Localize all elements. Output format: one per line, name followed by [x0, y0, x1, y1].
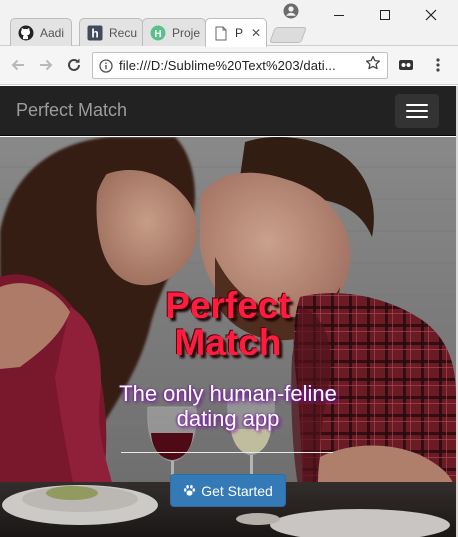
close-tab-icon[interactable]: ✕: [251, 26, 261, 40]
tab-label: P: [235, 26, 244, 40]
tab-label: Recu: [109, 25, 138, 40]
hamburger-icon-bar: [406, 116, 428, 118]
new-tab-button[interactable]: [269, 27, 307, 43]
browser-tab-strip: Aadi h Recu H Proje P ✕: [0, 0, 458, 47]
hero-content: Perfect Match The only human-feline dati…: [0, 137, 456, 537]
browser-tab-active[interactable]: P ✕: [205, 18, 267, 47]
extension-icon[interactable]: [396, 55, 416, 75]
minimize-icon[interactable]: [318, 2, 360, 28]
browser-toolbar: file:///D:/Sublime%20Text%203/dati...: [0, 46, 458, 85]
navbar-toggle-button[interactable]: [395, 94, 439, 128]
reload-icon[interactable]: [64, 55, 84, 75]
site-navbar: Perfect Match: [0, 86, 456, 136]
hero-title-line2: Match: [174, 322, 282, 363]
svg-text:H: H: [154, 29, 161, 40]
hamburger-icon-bar: [406, 104, 428, 106]
navbar-brand[interactable]: Perfect Match: [16, 100, 127, 121]
profile-icon[interactable]: [282, 2, 300, 20]
hero-title: Perfect Match: [0, 287, 456, 361]
hackerearth-icon: H: [150, 25, 166, 41]
bookmark-star-icon[interactable]: [365, 55, 383, 76]
hero-divider: [121, 452, 333, 453]
forward-icon[interactable]: [36, 55, 56, 75]
hackerrank-icon: h: [87, 25, 103, 41]
maximize-icon[interactable]: [364, 2, 406, 28]
url-text: file:///D:/Sublime%20Text%203/dati...: [119, 58, 336, 73]
window-close-icon[interactable]: [410, 2, 452, 28]
hero-title-line1: Perfect: [165, 285, 291, 326]
back-icon[interactable]: [8, 55, 28, 75]
browser-tab-hackerrank[interactable]: h Recu: [79, 18, 143, 46]
info-icon[interactable]: [99, 58, 113, 73]
tab-label: Aadi: [40, 25, 65, 40]
browser-tab-github[interactable]: Aadi: [10, 18, 72, 46]
hero-section: Perfect Match The only human-feline dati…: [0, 137, 456, 537]
tab-label: Proje: [172, 25, 201, 40]
hero-subtitle: The only human-feline dating app: [119, 381, 337, 431]
svg-text:h: h: [91, 26, 98, 40]
get-started-label: Get Started: [201, 482, 273, 499]
address-bar[interactable]: file:///D:/Sublime%20Text%203/dati...: [92, 52, 388, 79]
github-icon: [18, 25, 34, 41]
browser-menu-icon[interactable]: [428, 55, 448, 75]
paw-icon: [183, 484, 196, 497]
hamburger-icon-bar: [406, 110, 428, 112]
get-started-button[interactable]: Get Started: [170, 474, 286, 507]
browser-tab-hackerearth[interactable]: H Proje: [142, 18, 206, 46]
page-icon: [213, 25, 229, 41]
